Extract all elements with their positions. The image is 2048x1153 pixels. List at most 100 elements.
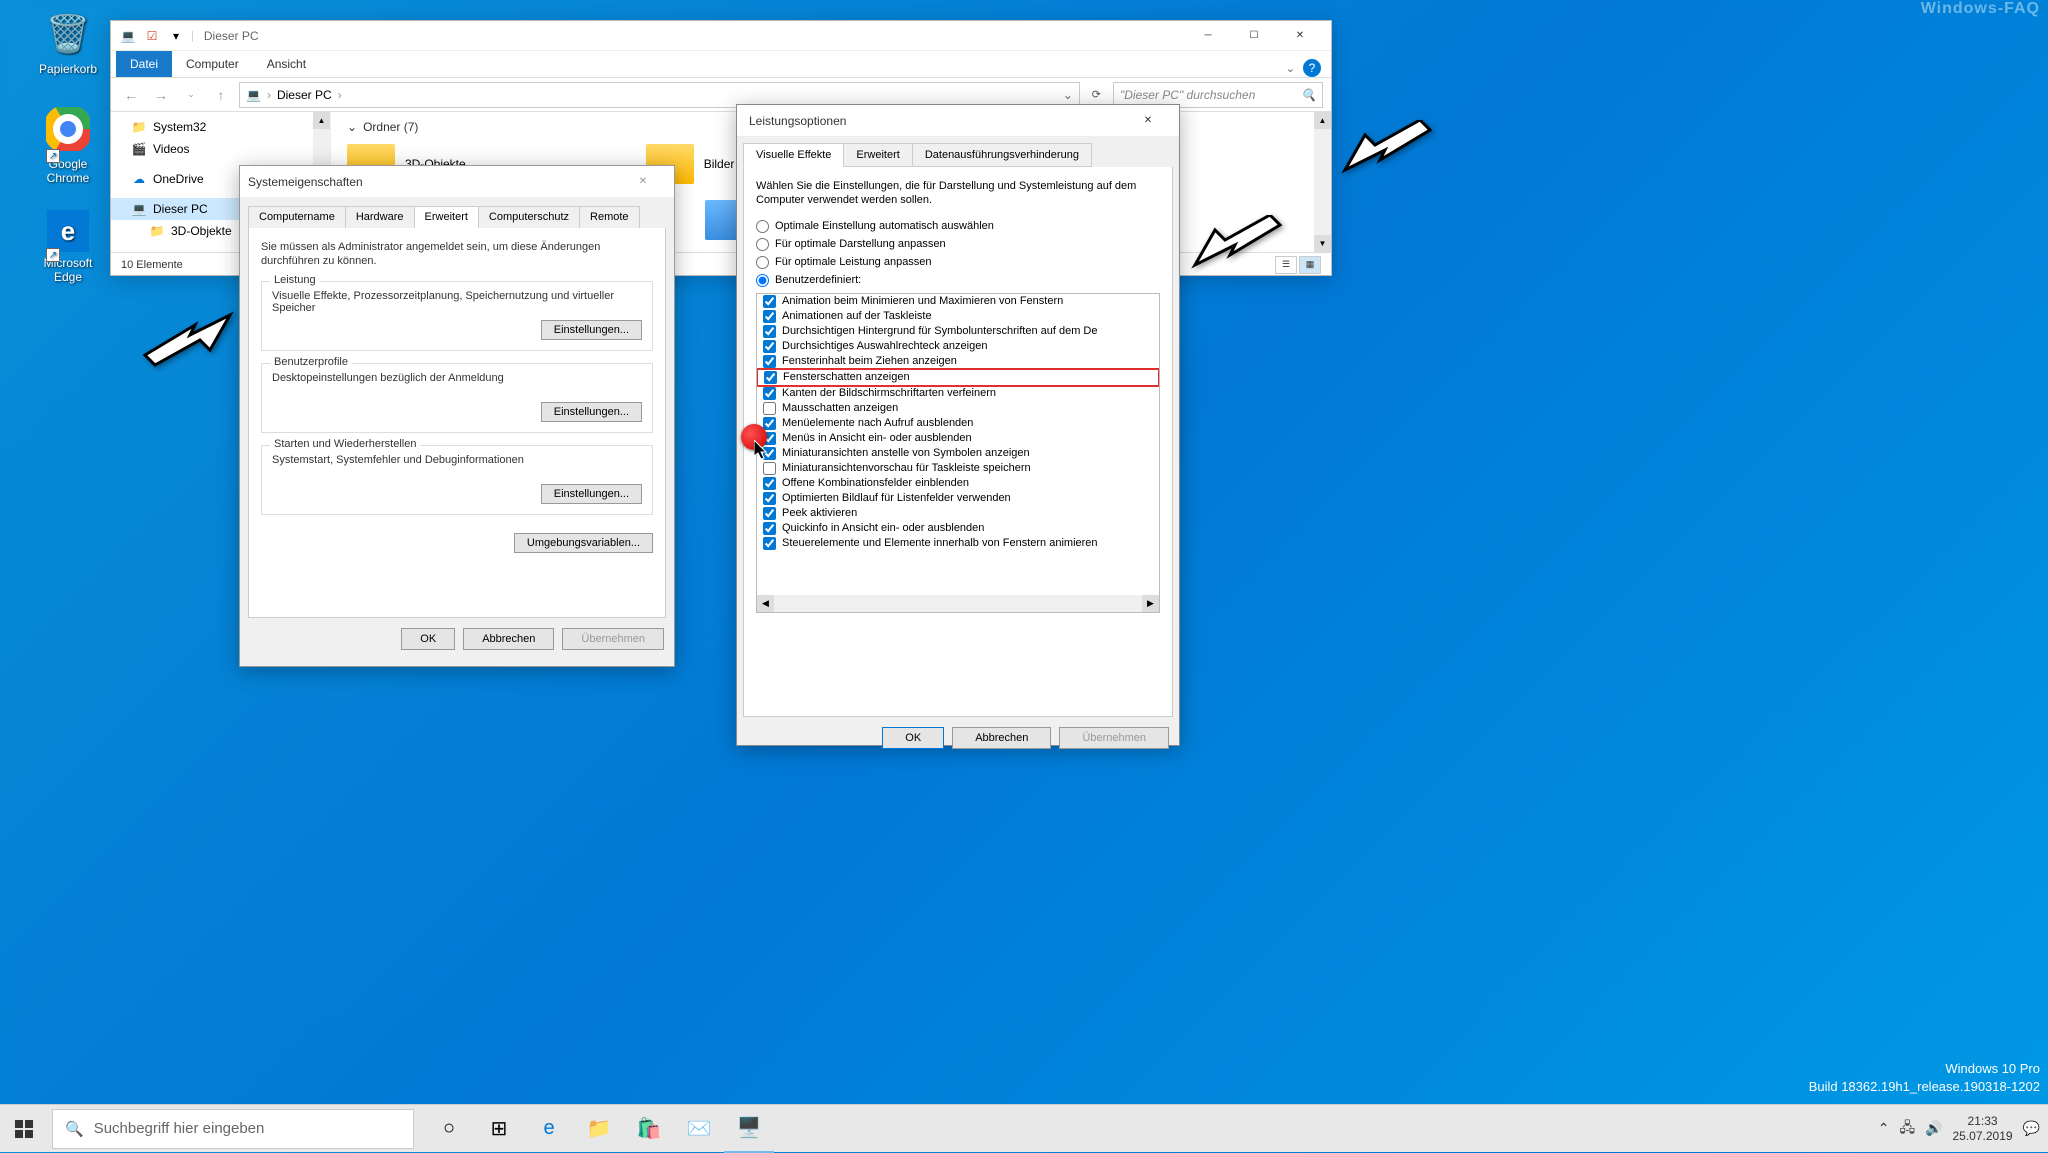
effect-checkbox[interactable]: [763, 402, 776, 415]
effect-item[interactable]: Peek aktivieren: [757, 506, 1159, 521]
tab-computername[interactable]: Computername: [248, 206, 346, 228]
effect-item[interactable]: Durchsichtigen Hintergrund für Symbolunt…: [757, 324, 1159, 339]
scroll-left-button[interactable]: ◀: [757, 595, 774, 612]
effect-checkbox[interactable]: [763, 492, 776, 505]
refresh-button[interactable]: ⟳: [1086, 88, 1107, 101]
tray-overflow-button[interactable]: ⌃: [1878, 1120, 1890, 1137]
maximize-button[interactable]: ☐: [1231, 21, 1277, 51]
view-large-button[interactable]: ▦: [1299, 256, 1321, 274]
scroll-up-button[interactable]: ▲: [313, 112, 330, 129]
apply-button[interactable]: Übernehmen: [562, 628, 664, 650]
cancel-button[interactable]: Abbrechen: [463, 628, 554, 650]
desktop-icon-recycle-bin[interactable]: 🗑️ Papierkorb: [30, 10, 106, 76]
effect-item[interactable]: Menüelemente nach Aufruf ausblenden: [757, 416, 1159, 431]
effect-item[interactable]: Durchsichtiges Auswahlrechteck anzeigen: [757, 339, 1159, 354]
effect-checkbox[interactable]: [763, 295, 776, 308]
content-scrollbar[interactable]: ▲ ▼: [1314, 112, 1331, 252]
effect-checkbox[interactable]: [764, 371, 777, 384]
taskbar-edge[interactable]: e: [524, 1105, 574, 1153]
taskbar-explorer[interactable]: 📁: [574, 1105, 624, 1153]
effect-item[interactable]: Menüs in Ansicht ein- oder ausblenden: [757, 431, 1159, 446]
minimize-button[interactable]: ─: [1185, 21, 1231, 51]
tab-advanced[interactable]: Erweitert: [414, 206, 479, 228]
effect-item[interactable]: Fensterschatten anzeigen: [756, 368, 1160, 387]
network-icon[interactable]: 🖧: [1899, 1117, 1915, 1141]
effect-item[interactable]: Mausschatten anzeigen: [757, 401, 1159, 416]
radio-best-appearance[interactable]: Für optimale Darstellung anpassen: [756, 238, 1160, 251]
dialog-title-bar[interactable]: Leistungsoptionen ✕: [737, 105, 1179, 137]
nav-dropdown-button[interactable]: ⌄: [179, 83, 203, 107]
effect-checkbox[interactable]: [763, 417, 776, 430]
ribbon-expand-icon[interactable]: ⌄: [1286, 62, 1295, 75]
effect-checkbox[interactable]: [763, 522, 776, 535]
env-vars-button[interactable]: Umgebungsvariablen...: [514, 533, 653, 553]
effects-list[interactable]: Animation beim Minimieren und Maximieren…: [756, 293, 1160, 613]
effect-checkbox[interactable]: [763, 507, 776, 520]
ok-button[interactable]: OK: [882, 727, 944, 749]
tree-item-system32[interactable]: 📁System32: [111, 116, 330, 138]
tab-advanced[interactable]: Erweitert: [843, 143, 912, 167]
radio-auto[interactable]: Optimale Einstellung automatisch auswähl…: [756, 220, 1160, 233]
address-dropdown-icon[interactable]: ⌄: [1063, 88, 1073, 102]
effect-item[interactable]: Fensterinhalt beim Ziehen anzeigen: [757, 354, 1159, 369]
effect-item[interactable]: Quickinfo in Ansicht ein- oder ausblende…: [757, 521, 1159, 536]
effect-item[interactable]: Offene Kombinationsfelder einblenden: [757, 476, 1159, 491]
nav-back-button[interactable]: ←: [119, 83, 143, 107]
effect-item[interactable]: Kanten der Bildschirmschriftarten verfei…: [757, 386, 1159, 401]
desktop-icon-chrome[interactable]: ↗ Google Chrome: [30, 105, 106, 185]
effect-item[interactable]: Animation beim Minimieren und Maximieren…: [757, 294, 1159, 309]
cortana-button[interactable]: ○: [424, 1105, 474, 1153]
radio-best-performance[interactable]: Für optimale Leistung anpassen: [756, 256, 1160, 269]
effect-item[interactable]: Miniaturansichten anstelle von Symbolen …: [757, 446, 1159, 461]
effect-item[interactable]: Optimierten Bildlauf für Listenfelder ve…: [757, 491, 1159, 506]
effect-item[interactable]: Steuerelemente und Elemente innerhalb vo…: [757, 536, 1159, 551]
explorer-title-bar[interactable]: 💻 ☑ ▾ | Dieser PC ─ ☐ ✕: [111, 21, 1331, 51]
taskbar-app[interactable]: 🖥️: [724, 1105, 774, 1153]
effect-item[interactable]: Miniaturansichtenvorschau für Taskleiste…: [757, 461, 1159, 476]
apply-button[interactable]: Übernehmen: [1059, 727, 1169, 749]
nav-forward-button[interactable]: →: [149, 83, 173, 107]
close-button[interactable]: ✕: [1277, 21, 1323, 51]
radio-custom[interactable]: Benutzerdefiniert:: [756, 274, 1160, 287]
horizontal-scrollbar[interactable]: ◀ ▶: [757, 595, 1159, 612]
profiles-settings-button[interactable]: Einstellungen...: [541, 402, 642, 422]
breadcrumb[interactable]: Dieser PC: [277, 88, 332, 102]
task-view-button[interactable]: ⊞: [474, 1105, 524, 1153]
start-button[interactable]: [0, 1105, 48, 1153]
cancel-button[interactable]: Abbrechen: [952, 727, 1051, 749]
scroll-right-button[interactable]: ▶: [1142, 595, 1159, 612]
clock[interactable]: 21:33 25.07.2019: [1953, 1114, 2013, 1143]
nav-up-button[interactable]: ↑: [209, 83, 233, 107]
effect-checkbox[interactable]: [763, 477, 776, 490]
effect-checkbox[interactable]: [763, 537, 776, 550]
close-button[interactable]: ✕: [620, 167, 666, 197]
effect-checkbox[interactable]: [763, 340, 776, 353]
volume-icon[interactable]: 🔊: [1925, 1120, 1942, 1137]
taskbar-mail[interactable]: ✉️: [674, 1105, 724, 1153]
dialog-title-bar[interactable]: Systemeigenschaften ✕: [240, 166, 674, 198]
effect-checkbox[interactable]: [763, 387, 776, 400]
taskbar-search[interactable]: 🔍 Suchbegriff hier eingeben: [52, 1109, 414, 1149]
ribbon-tab-view[interactable]: Ansicht: [253, 51, 320, 77]
tab-visual-effects[interactable]: Visuelle Effekte: [743, 143, 844, 167]
desktop-icon-edge[interactable]: e ↗ Microsoft Edge: [30, 210, 106, 284]
scroll-down-button[interactable]: ▼: [1314, 235, 1331, 252]
properties-icon[interactable]: ☑: [143, 27, 161, 45]
effect-checkbox[interactable]: [763, 355, 776, 368]
effect-checkbox[interactable]: [763, 310, 776, 323]
tab-remote[interactable]: Remote: [579, 206, 640, 228]
ribbon-tab-file[interactable]: Datei: [116, 51, 172, 77]
search-icon[interactable]: 🔍: [1301, 88, 1316, 102]
help-icon[interactable]: ?: [1303, 59, 1321, 77]
ribbon-tab-computer[interactable]: Computer: [172, 51, 253, 77]
ok-button[interactable]: OK: [401, 628, 455, 650]
effect-checkbox[interactable]: [763, 325, 776, 338]
tab-hardware[interactable]: Hardware: [345, 206, 415, 228]
tree-item-videos[interactable]: 🎬Videos: [111, 138, 330, 160]
effect-item[interactable]: Animationen auf der Taskleiste: [757, 309, 1159, 324]
taskbar-store[interactable]: 🛍️: [624, 1105, 674, 1153]
tab-dep[interactable]: Datenausführungsverhinderung: [912, 143, 1092, 167]
tab-systemprotection[interactable]: Computerschutz: [478, 206, 580, 228]
scroll-up-button[interactable]: ▲: [1314, 112, 1331, 129]
startup-settings-button[interactable]: Einstellungen...: [541, 484, 642, 504]
